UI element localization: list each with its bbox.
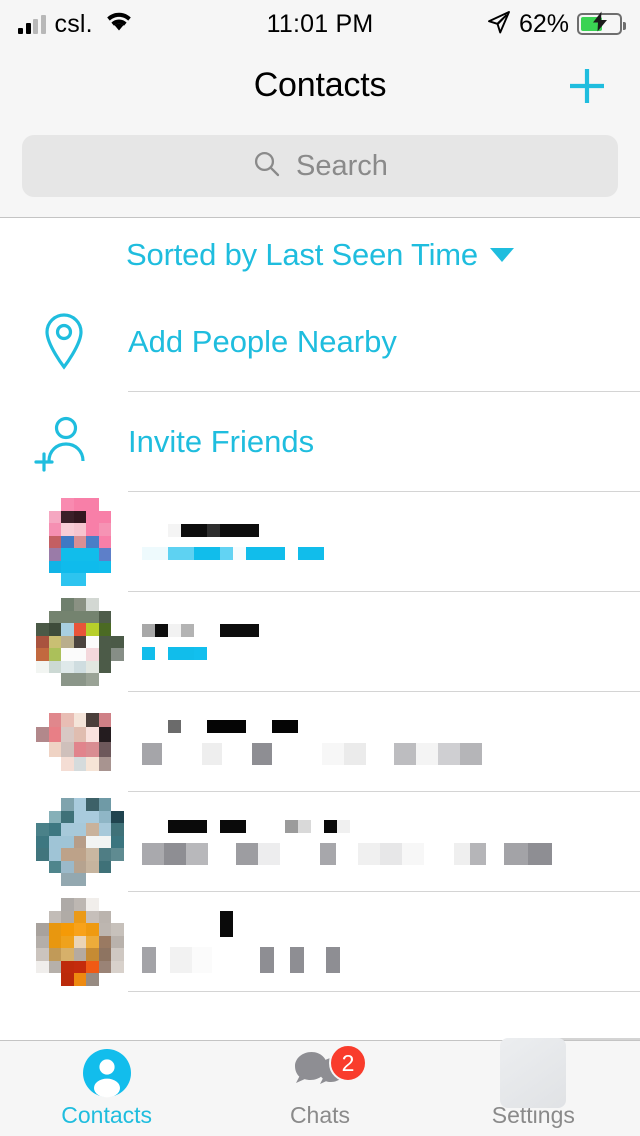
sort-selector[interactable]: Sorted by Last Seen Time xyxy=(0,218,640,292)
status-bar: csl. 11:01 PM 62% xyxy=(0,0,640,48)
table-row[interactable] xyxy=(0,892,640,992)
contact-text xyxy=(142,719,640,765)
table-row[interactable] xyxy=(0,592,640,692)
contact-text xyxy=(142,624,640,660)
plus-icon xyxy=(570,68,604,103)
invite-friends-row[interactable]: Invite Friends xyxy=(0,392,640,492)
chat-bubbles-icon: 2 xyxy=(289,1044,367,1098)
contact-text xyxy=(142,911,640,973)
chats-unread-badge: 2 xyxy=(328,1044,367,1082)
contact-name xyxy=(142,624,640,637)
chevron-down-icon xyxy=(489,248,514,262)
table-row[interactable] xyxy=(0,492,640,592)
tab-contacts-label: Contacts xyxy=(61,1102,153,1128)
contact-name xyxy=(142,524,640,537)
table-row[interactable] xyxy=(0,692,640,792)
contact-text xyxy=(142,819,640,865)
status-bar-right: 62% xyxy=(487,9,626,39)
gear-icon-redacted xyxy=(500,1038,567,1108)
tab-settings[interactable]: Settings xyxy=(427,1038,640,1136)
charging-bolt-icon xyxy=(592,11,608,37)
tab-chats[interactable]: 2 Chats xyxy=(213,1041,426,1136)
page-title: Contacts xyxy=(253,66,387,104)
contact-list xyxy=(0,492,640,992)
tab-bar: Contacts 2 Chats Settings xyxy=(0,1038,640,1136)
person-circle-icon xyxy=(82,1048,132,1098)
avatar xyxy=(36,898,124,986)
avatar xyxy=(36,798,124,886)
contact-status xyxy=(142,647,640,660)
add-people-nearby-label: Add People Nearby xyxy=(128,324,397,359)
carrier-label: csl. xyxy=(54,9,93,38)
contact-status xyxy=(142,842,640,865)
add-person-icon xyxy=(0,411,128,473)
search-input[interactable]: Search xyxy=(22,135,618,197)
tab-chats-label: Chats xyxy=(289,1102,351,1128)
search-placeholder: Search xyxy=(296,149,388,182)
location-arrow-icon xyxy=(487,10,511,39)
search-icon xyxy=(252,149,282,184)
contact-text xyxy=(142,524,640,560)
contact-name xyxy=(142,719,640,733)
location-pin-icon xyxy=(0,311,128,373)
row-separator xyxy=(128,991,640,992)
sort-label: Sorted by Last Seen Time xyxy=(126,237,478,272)
wifi-icon xyxy=(104,11,134,38)
contact-status xyxy=(142,547,640,560)
table-row[interactable] xyxy=(0,792,640,892)
battery-icon xyxy=(577,11,626,37)
contact-status xyxy=(142,742,640,765)
battery-percent-label: 62% xyxy=(518,9,569,38)
avatar xyxy=(36,498,124,586)
cellular-signal-icon xyxy=(18,14,46,34)
avatar xyxy=(36,598,124,686)
contact-status xyxy=(142,947,640,973)
status-bar-left: csl. xyxy=(18,10,134,39)
add-people-nearby-row[interactable]: Add People Nearby xyxy=(0,292,640,392)
tab-contacts[interactable]: Contacts xyxy=(0,1041,213,1136)
avatar xyxy=(36,698,124,786)
add-contact-button[interactable] xyxy=(564,63,610,109)
contact-name xyxy=(142,911,640,937)
search-section: Search xyxy=(0,123,640,218)
navigation-bar: Contacts xyxy=(0,48,640,123)
contact-name xyxy=(142,819,640,833)
invite-friends-label: Invite Friends xyxy=(128,424,315,459)
